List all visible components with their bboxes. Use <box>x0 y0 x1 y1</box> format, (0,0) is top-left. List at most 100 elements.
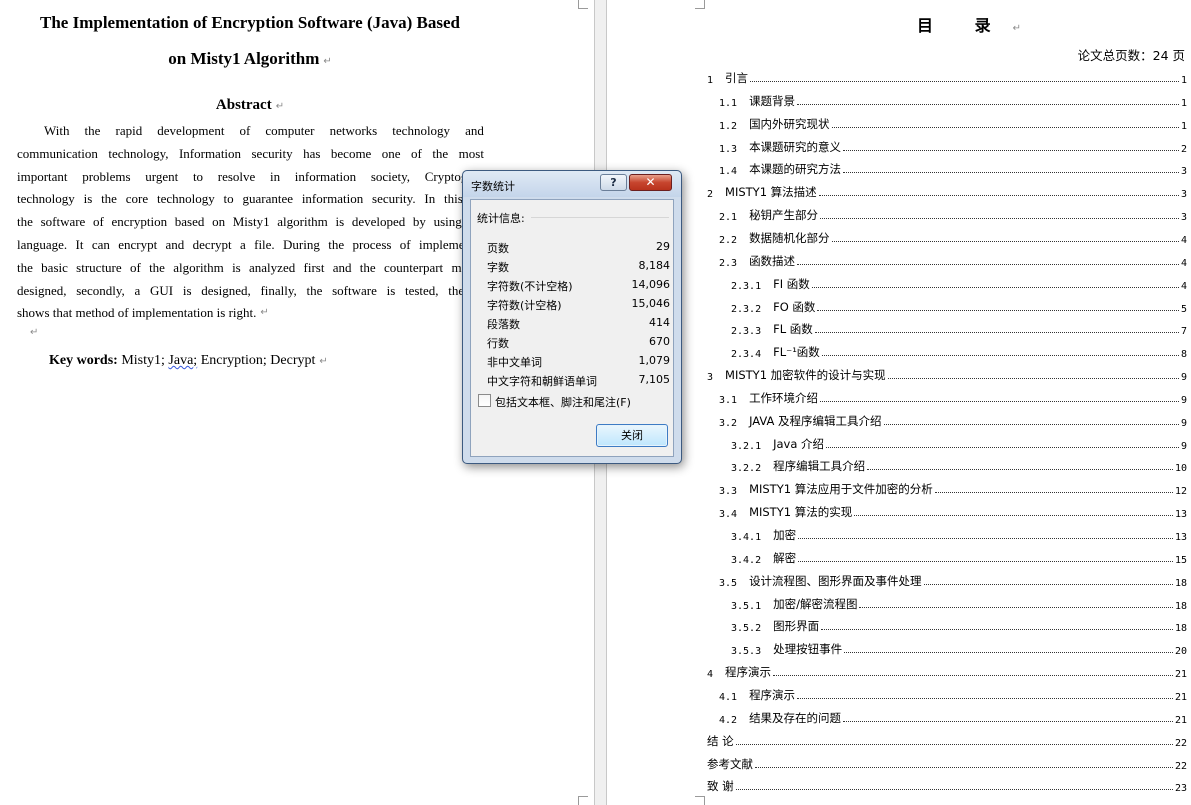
toc-entry-page: 21 <box>1174 669 1187 681</box>
toc-entry-page: 1 <box>1180 120 1187 132</box>
toc-entry[interactable]: 1.3 本课题研究的意义 2 <box>719 137 1187 155</box>
keywords-label: Key words: <box>49 353 118 368</box>
abstract-word: Misty1 <box>232 214 270 230</box>
toc-entry-page: 9 <box>1180 372 1187 384</box>
toc-entry-title: MISTY1 算法描述 <box>725 185 817 200</box>
toc-leader-dots <box>817 309 1179 311</box>
abstract-body[interactable]: With the rapid development of computer network… <box>17 120 484 325</box>
paragraph-mark: ↵ <box>1012 23 1021 34</box>
abstract-word: of <box>399 236 411 252</box>
toc-entry[interactable]: 2.3.4 FL⁻¹函数 8 <box>731 342 1187 360</box>
toc-leader-dots <box>826 446 1179 448</box>
toc-leader-dots <box>798 538 1173 539</box>
toc-entry[interactable]: 1.2 国内外研究现状 1 <box>719 114 1187 132</box>
toc-entry[interactable]: 3.3 MISTY1 算法应用于文件加密的分析 12 <box>719 479 1187 497</box>
toc-entry[interactable]: 3.5.2 图形界面 18 <box>731 616 1187 634</box>
toc-leader-dots <box>843 149 1179 151</box>
toc-leader-dots <box>831 126 1179 128</box>
toc-entry[interactable]: 1.1 课题背景 1 <box>719 91 1187 109</box>
abstract-word: encryption <box>111 214 168 230</box>
toc-entry-title: MISTY1 加密软件的设计与实现 <box>725 368 886 383</box>
toc-entry-page: 3 <box>1180 189 1187 201</box>
toc-entry-title: JAVA 及程序编辑工具介绍 <box>749 413 882 428</box>
toc-entry[interactable]: 3.4.2 解密 15 <box>731 548 1187 566</box>
toc-entry-number: 3.2 <box>719 417 738 429</box>
toc-entry[interactable]: 4.1 程序演示 21 <box>719 685 1187 703</box>
abstract-word: on <box>212 214 226 230</box>
abstract-word: of <box>411 145 422 161</box>
toc-entry-title: 本课题的研究方法 <box>749 162 842 177</box>
toc-entry[interactable]: 2.3.2 FO 函数 5 <box>731 297 1187 315</box>
toc-entry-title: 程序编辑工具介绍 <box>773 459 866 474</box>
toc-entry[interactable]: 2.3.1 FI 函数 4 <box>731 274 1187 292</box>
include-textbox-footnote-checkbox[interactable] <box>478 394 491 407</box>
toc-entry[interactable]: 3.4 MISTY1 算法的实现 13 <box>719 502 1187 520</box>
toc-entry[interactable]: 3.5 设计流程图、图形界面及事件处理 18 <box>719 571 1187 589</box>
stat-value: 29 <box>656 240 670 253</box>
toc-entry-title: FO 函数 <box>773 299 816 314</box>
toc-title[interactable]: 目 录 ↵ <box>917 12 1021 36</box>
toc-entry[interactable]: 结 论 22 <box>707 731 1187 749</box>
abstract-line: With the rapid development of computer network… <box>17 120 484 143</box>
dialog-title: 字数统计 <box>471 180 515 193</box>
toc-entry[interactable]: 4.2 结果及存在的问题 21 <box>719 708 1187 726</box>
toc-entry-title: 秘钥产生部分 <box>749 208 819 223</box>
toc-leader-dots <box>844 652 1173 654</box>
abstract-heading[interactable]: Abstract ↵ <box>17 97 483 114</box>
toc-entry[interactable]: 3.2 JAVA 及程序编辑工具介绍 9 <box>719 411 1187 429</box>
toc-entry[interactable]: 3.4.1 加密 13 <box>731 525 1187 543</box>
toc-entry[interactable]: 4 程序演示 21 <box>707 662 1187 680</box>
stat-label: 字符数(计空格) <box>487 299 562 312</box>
abstract-line: designed, secondly, a GUI is designed, finally… <box>17 280 484 303</box>
close-window-button[interactable]: ✕ <box>629 174 672 191</box>
abstract-word: become <box>330 145 372 161</box>
dialog-titlebar[interactable]: 字数统计 ? ✕ <box>463 171 681 197</box>
stat-value: 1,079 <box>638 354 671 367</box>
toc-entry[interactable]: 3.5.3 处理按钮事件 20 <box>731 639 1187 657</box>
toc-entry[interactable]: 2.3.3 FL 函数 7 <box>731 319 1187 337</box>
stat-row: 字数 8,184 <box>487 259 670 277</box>
help-button[interactable]: ? <box>600 174 627 191</box>
abstract-word: urgent <box>145 168 179 184</box>
crop-mark <box>578 796 588 805</box>
toc-entry[interactable]: 致 谢 23 <box>707 776 1187 794</box>
toc-entry-number: 2.3.2 <box>731 303 762 315</box>
toc-leader-dots <box>818 195 1179 197</box>
word-count-dialog[interactable]: 字数统计 ? ✕ 统计信息: 页数 29 字数 8,184 字符数(不计空格) 14,09… <box>462 170 682 464</box>
toc-entry[interactable]: 3.2.1 Java 介绍 9 <box>731 434 1187 452</box>
toc-entry[interactable]: 3.1 工作环境介绍 9 <box>719 388 1187 406</box>
toc-entry[interactable]: 3.5.1 加密/解密流程图 18 <box>731 594 1187 612</box>
close-button[interactable]: 关闭 <box>596 424 668 447</box>
abstract-word: and <box>165 236 185 252</box>
toc-entry-number: 1.1 <box>719 97 738 109</box>
keywords-line[interactable]: Key words: Misty1; Java; Encryption; Dec… <box>49 353 328 369</box>
toc-entry[interactable]: 3 MISTY1 加密软件的设计与实现 9 <box>707 365 1187 383</box>
toc-entry[interactable]: 1 引言 1 <box>707 68 1187 86</box>
abstract-word: communication <box>17 145 98 161</box>
toc-entry[interactable]: 3.2.2 程序编辑工具介绍 10 <box>731 456 1187 474</box>
toc-leader-dots <box>735 789 1173 791</box>
toc-entry-number: 2.3.1 <box>731 280 762 292</box>
toc-entry-number: 2.3 <box>719 257 738 269</box>
spellcheck-word[interactable]: Java <box>168 353 193 368</box>
abstract-word: GUI <box>150 282 174 298</box>
abstract-word: security. <box>372 191 416 207</box>
abstract-word: of <box>129 259 141 275</box>
include-textbox-footnote-label[interactable]: 包括文本框、脚注和尾注(F) <box>495 394 631 410</box>
toc-entry[interactable]: 1.4 本课题的研究方法 3 <box>719 159 1187 177</box>
right-document-page[interactable]: 目 录 ↵ 论文总页数：24 页 1 引言 1 1.1 课题背景 1 1.2 国内外研究现状 1 1… <box>607 0 1191 805</box>
abstract-word: technology <box>17 191 75 207</box>
toc-entry[interactable]: 2.1 秘钥产生部分 3 <box>719 205 1187 223</box>
toc-entry[interactable]: 2.2 数据随机化部分 4 <box>719 228 1187 246</box>
toc-entry[interactable]: 2 MISTY1 算法描述 3 <box>707 182 1187 200</box>
toc-leader-dots <box>820 400 1179 402</box>
toc-entry[interactable]: 2.3 函数描述 4 <box>719 251 1187 269</box>
toc-leader-dots <box>854 515 1173 517</box>
stat-label: 字符数(不计空格) <box>487 280 573 293</box>
abstract-word: is <box>83 191 93 207</box>
abstract-word: basic <box>41 259 68 275</box>
toc-entry[interactable]: 参考文献 22 <box>707 754 1187 772</box>
stat-row: 字符数(计空格) 15,046 <box>487 297 670 315</box>
toc-entry-number: 3.4.1 <box>731 532 762 543</box>
spellcheck-word[interactable]: ; <box>193 353 197 368</box>
